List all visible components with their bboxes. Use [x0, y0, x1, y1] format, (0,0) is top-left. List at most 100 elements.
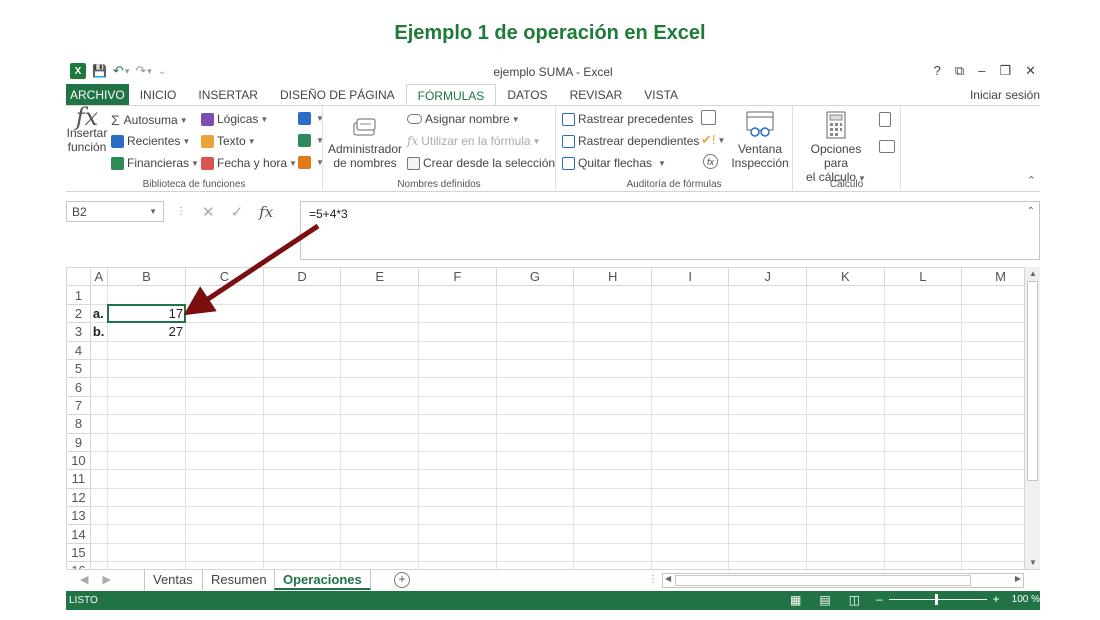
define-name-button[interactable]: Asignar nombre ▼: [407, 112, 520, 126]
cell-b12[interactable]: [106, 487, 187, 508]
cell-d8[interactable]: [262, 414, 342, 434]
cell-h11[interactable]: [573, 469, 652, 489]
cell-a11[interactable]: [89, 469, 108, 489]
cell-f10[interactable]: [418, 450, 497, 471]
cell-i3[interactable]: [650, 322, 730, 342]
cell-d6[interactable]: [262, 377, 342, 397]
scroll-down-icon[interactable]: ▼: [1025, 558, 1040, 567]
collapse-formula-bar-icon[interactable]: ⌃: [1027, 206, 1035, 217]
autosum-button[interactable]: Σ Autosuma ▼: [111, 112, 188, 128]
cell-k14[interactable]: [806, 524, 885, 544]
cell-j8[interactable]: [728, 414, 807, 434]
cell-k15[interactable]: [806, 542, 885, 563]
cell-f11[interactable]: [418, 469, 497, 489]
cell-e14[interactable]: [340, 524, 420, 544]
cell-b9[interactable]: [106, 432, 187, 452]
page-layout-view-icon[interactable]: ▤: [819, 593, 830, 607]
cell-b2[interactable]: 17: [106, 303, 187, 324]
column-header-k[interactable]: K: [806, 267, 885, 287]
text-button[interactable]: Texto ▼: [201, 134, 256, 148]
calculate-sheet-button[interactable]: [879, 140, 898, 153]
cell-e16[interactable]: [340, 561, 420, 569]
cell-c6[interactable]: [185, 377, 264, 397]
cell-f14[interactable]: [418, 524, 497, 544]
cell-g8[interactable]: [495, 414, 575, 434]
cell-i15[interactable]: [650, 542, 730, 563]
cell-l10[interactable]: [883, 450, 963, 471]
sheet-tab-operaciones[interactable]: Operaciones: [274, 570, 371, 590]
cell-b14[interactable]: [106, 524, 187, 544]
cell-b1[interactable]: [106, 285, 187, 305]
cell-g6[interactable]: [495, 377, 575, 397]
cell-g15[interactable]: [495, 542, 575, 563]
row-header-6[interactable]: 6: [66, 377, 91, 397]
tab-page-layout[interactable]: DISEÑO DE PÁGINA: [269, 84, 406, 106]
cell-l5[interactable]: [883, 358, 963, 379]
cell-i10[interactable]: [650, 450, 730, 471]
cell-k8[interactable]: [806, 414, 885, 434]
cell-i2[interactable]: [650, 303, 730, 324]
cell-j3[interactable]: [728, 322, 807, 342]
cell-c5[interactable]: [185, 358, 264, 379]
cell-b3[interactable]: 27: [106, 322, 187, 342]
error-checking-button[interactable]: ✔! ▼: [701, 132, 725, 148]
cell-g7[interactable]: [495, 395, 575, 416]
cell-f15[interactable]: [418, 542, 497, 563]
cell-l12[interactable]: [883, 487, 963, 508]
row-header-9[interactable]: 9: [66, 432, 91, 452]
cell-h3[interactable]: [573, 322, 652, 342]
cell-g10[interactable]: [495, 450, 575, 471]
cell-j2[interactable]: [728, 303, 807, 324]
restore-icon[interactable]: ❐: [999, 63, 1011, 79]
formula-input[interactable]: =5+4*3 ⌃: [300, 201, 1040, 260]
enter-icon[interactable]: ✓: [231, 203, 244, 221]
row-header-12[interactable]: 12: [66, 487, 91, 508]
cell-b16[interactable]: [106, 561, 187, 569]
cell-a7[interactable]: [89, 395, 108, 416]
cell-l4[interactable]: [883, 340, 963, 360]
cell-c9[interactable]: [185, 432, 264, 452]
cell-d12[interactable]: [262, 487, 342, 508]
cell-d14[interactable]: [262, 524, 342, 544]
cell-a1[interactable]: [89, 285, 108, 305]
page-break-view-icon[interactable]: ◫: [849, 593, 860, 607]
watch-window-button[interactable]: Ventana Inspección: [729, 110, 791, 170]
cell-j5[interactable]: [728, 358, 807, 379]
cell-l16[interactable]: [883, 561, 963, 569]
cell-h6[interactable]: [573, 377, 652, 397]
cell-l11[interactable]: [883, 469, 963, 489]
cell-a5[interactable]: [89, 358, 108, 379]
cell-d16[interactable]: [262, 561, 342, 569]
zoom-level[interactable]: 100 %: [1012, 594, 1040, 605]
cell-c1[interactable]: [185, 285, 264, 305]
sheet-nav-arrows[interactable]: ◀▶: [80, 573, 125, 586]
cell-d5[interactable]: [262, 358, 342, 379]
cell-e6[interactable]: [340, 377, 420, 397]
tab-view[interactable]: VISTA: [633, 84, 689, 106]
cell-e11[interactable]: [340, 469, 420, 489]
sign-in-link[interactable]: Iniciar sesión: [970, 88, 1040, 102]
cell-b13[interactable]: [106, 506, 187, 526]
cell-j9[interactable]: [728, 432, 807, 452]
cell-l3[interactable]: [883, 322, 963, 342]
scroll-up-icon[interactable]: ▲: [1025, 269, 1040, 278]
tab-formulas[interactable]: FÓRMULAS: [405, 84, 497, 106]
cell-c2[interactable]: [185, 303, 264, 324]
horizontal-scroll-thumb[interactable]: [675, 575, 971, 586]
cell-f3[interactable]: [418, 322, 497, 342]
row-header-2[interactable]: 2: [66, 303, 91, 324]
cell-k6[interactable]: [806, 377, 885, 397]
cell-h10[interactable]: [573, 450, 652, 471]
cell-l1[interactable]: [883, 285, 963, 305]
evaluate-formula-button[interactable]: fx: [703, 154, 718, 169]
cell-f7[interactable]: [418, 395, 497, 416]
zoom-slider[interactable]: [888, 593, 987, 605]
cell-e1[interactable]: [340, 285, 420, 305]
cell-g9[interactable]: [495, 432, 575, 452]
cell-a4[interactable]: [89, 340, 108, 360]
splitter-icon[interactable]: ⋮: [648, 574, 658, 585]
cell-c15[interactable]: [185, 542, 264, 563]
cell-i14[interactable]: [650, 524, 730, 544]
cell-k5[interactable]: [806, 358, 885, 379]
select-all-corner[interactable]: [66, 267, 91, 287]
